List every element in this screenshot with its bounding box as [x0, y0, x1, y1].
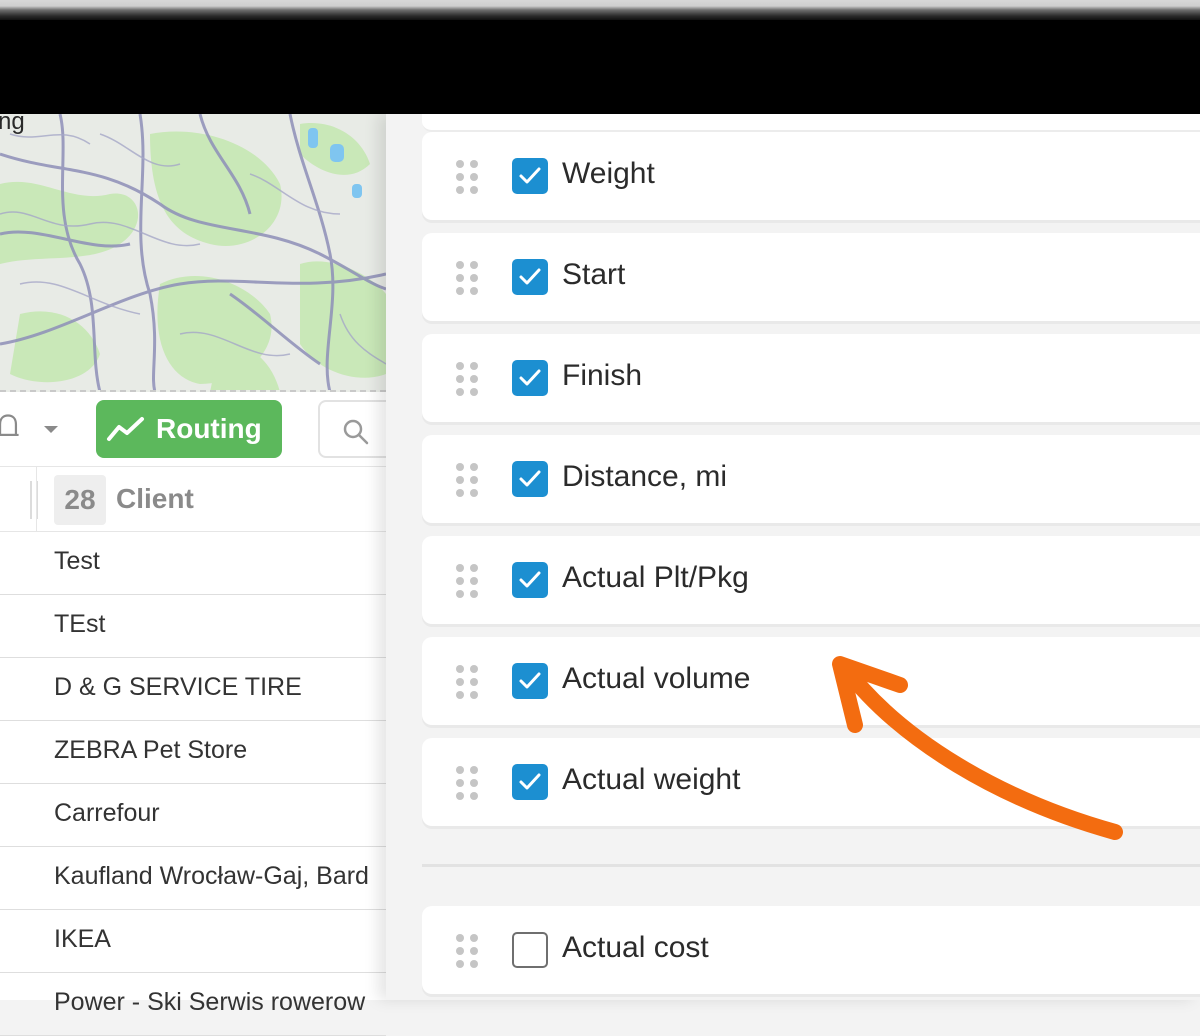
column-header-client[interactable]: Client [116, 483, 194, 515]
row-count-badge: 28 [54, 475, 106, 525]
table-row[interactable]: ZEBRA Pet Store [0, 721, 386, 784]
black-header-bar [0, 20, 1200, 114]
drag-handle-icon[interactable] [456, 463, 478, 497]
checkbox-checked[interactable] [512, 764, 548, 800]
screen-bezel [0, 0, 1200, 20]
check-icon [519, 167, 541, 184]
panel-top-item-edge [422, 114, 1200, 132]
column-option-actual-plt-pkg[interactable]: Actual Plt/Pkg [422, 536, 1200, 624]
table-row[interactable]: Kaufland Wrocław-Gaj, Bard [0, 847, 386, 910]
column-option-label: Distance, mi [562, 460, 728, 493]
check-icon [519, 268, 541, 285]
column-divider [36, 467, 37, 531]
column-option-distance[interactable]: Distance, mi [422, 435, 1200, 523]
drag-handle-icon[interactable] [456, 766, 478, 800]
check-icon [519, 773, 541, 790]
drag-handle-icon[interactable] [456, 564, 478, 598]
drag-handle-icon[interactable] [456, 261, 478, 295]
checkbox-unchecked[interactable] [512, 932, 548, 968]
map-view[interactable]: ng [0, 114, 386, 392]
column-option-weight[interactable]: Weight [422, 132, 1200, 220]
column-option-label: Actual volume [562, 662, 751, 695]
bell-icon[interactable] [0, 412, 20, 442]
column-option-label: Start [562, 258, 626, 291]
routing-chart-icon [107, 417, 144, 441]
checkbox-checked[interactable] [512, 663, 548, 699]
search-icon [343, 419, 369, 445]
table-row[interactable]: Test [0, 532, 386, 595]
table-row[interactable]: TEst [0, 595, 386, 658]
table-row[interactable]: Power - Ski Serwis rowerow [0, 973, 386, 1036]
routing-button-label: Routing [156, 413, 262, 444]
table-row[interactable]: IKEA [0, 910, 386, 973]
table-header: 28 Client [0, 466, 386, 532]
map-place-label: ng [0, 114, 25, 135]
column-option-finish[interactable]: Finish [422, 334, 1200, 422]
column-option-label: Actual cost [562, 931, 709, 964]
drag-handle-icon[interactable] [456, 934, 478, 968]
check-icon [519, 470, 541, 487]
checkbox-checked[interactable] [512, 259, 548, 295]
section-divider [422, 864, 1200, 867]
checkbox-checked[interactable] [512, 562, 548, 598]
column-option-actual-cost[interactable]: Actual cost [422, 906, 1200, 994]
map-graphic [0, 114, 386, 390]
drag-handle-icon[interactable] [456, 362, 478, 396]
column-option-label: Actual Plt/Pkg [562, 561, 749, 594]
drag-handle-icon[interactable] [456, 160, 478, 194]
table-row[interactable]: Carrefour [0, 784, 386, 847]
column-option-actual-volume[interactable]: Actual volume [422, 637, 1200, 725]
check-icon [519, 672, 541, 689]
checkbox-checked[interactable] [512, 461, 548, 497]
table-row[interactable]: D & G SERVICE TIRE [0, 658, 386, 721]
column-option-label: Weight [562, 157, 655, 190]
chevron-down-icon[interactable] [44, 426, 58, 433]
check-icon [519, 571, 541, 588]
column-option-start[interactable]: Start [422, 233, 1200, 321]
column-option-label: Finish [562, 359, 643, 392]
drag-handle-icon[interactable] [456, 665, 478, 699]
client-table-rows: Test TEst D & G SERVICE TIRE ZEBRA Pet S… [0, 532, 386, 1036]
column-option-actual-weight[interactable]: Actual weight [422, 738, 1200, 826]
checkbox-checked[interactable] [512, 158, 548, 194]
column-option-label: Actual weight [562, 763, 741, 796]
routing-button[interactable]: Routing [96, 400, 282, 458]
check-icon [519, 369, 541, 386]
checkbox-checked[interactable] [512, 360, 548, 396]
